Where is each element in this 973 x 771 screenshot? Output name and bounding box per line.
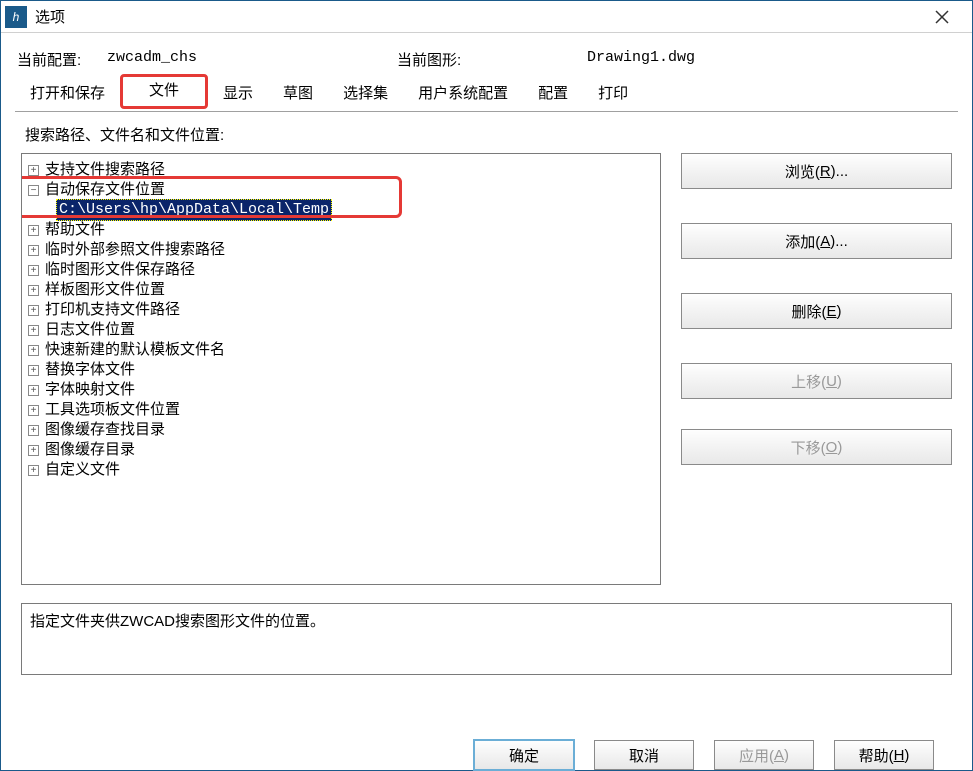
tree-item[interactable]: + 快速新建的默认模板文件名 — [26, 340, 656, 360]
expand-icon[interactable]: + — [28, 165, 39, 176]
tab-file[interactable]: 文件 — [120, 74, 208, 109]
content-area: 当前配置: zwcadm_chs 当前图形: Drawing1.dwg 打开和保… — [1, 33, 972, 770]
main-area: 搜索路径、文件名和文件位置: + 支持文件搜索路径 − 自动保存文件位置 C:\… — [15, 112, 958, 730]
expand-icon[interactable]: + — [28, 445, 39, 456]
move-up-button: 上移(U) — [681, 363, 952, 399]
tab-sketch[interactable]: 草图 — [268, 77, 328, 112]
tree-label: 临时外部参照文件搜索路径 — [45, 240, 225, 260]
tree-item[interactable]: + 临时图形文件保存路径 — [26, 260, 656, 280]
tab-profiles[interactable]: 配置 — [523, 77, 583, 112]
side-button-panel: 浏览(R)... 添加(A)... 删除(E) 上移(U) — [681, 153, 952, 585]
current-drawing-value: Drawing1.dwg — [587, 49, 695, 70]
tab-user-config[interactable]: 用户系统配置 — [403, 77, 523, 112]
move-down-button: 下移(O) — [681, 429, 952, 465]
config-row: 当前配置: zwcadm_chs 当前图形: Drawing1.dwg — [17, 49, 956, 70]
tree-label: 快速新建的默认模板文件名 — [45, 340, 225, 360]
current-profile-value: zwcadm_chs — [107, 49, 397, 70]
tree-item[interactable]: + 打印机支持文件路径 — [26, 300, 656, 320]
tree-item[interactable]: + 临时外部参照文件搜索路径 — [26, 240, 656, 260]
expand-icon[interactable]: + — [28, 245, 39, 256]
expand-icon[interactable]: + — [28, 385, 39, 396]
tree-item[interactable]: + 工具选项板文件位置 — [26, 400, 656, 420]
tree-label: 自动保存文件位置 — [45, 180, 165, 200]
expand-icon[interactable]: + — [28, 305, 39, 316]
tree-label: 临时图形文件保存路径 — [45, 260, 195, 280]
ok-button[interactable]: 确定 — [474, 740, 574, 770]
expand-icon[interactable]: + — [28, 225, 39, 236]
tree-label: 图像缓存目录 — [45, 440, 135, 460]
description-box: 指定文件夹供ZWCAD搜索图形文件的位置。 — [21, 603, 952, 675]
tab-bar: 打开和保存 文件 显示 草图 选择集 用户系统配置 配置 打印 — [15, 76, 958, 112]
tree-label: 图像缓存查找目录 — [45, 420, 165, 440]
cancel-button[interactable]: 取消 — [594, 740, 694, 770]
expand-icon[interactable]: + — [28, 265, 39, 276]
tree-label: 工具选项板文件位置 — [45, 400, 180, 420]
current-drawing-label: 当前图形: — [397, 49, 487, 70]
delete-button[interactable]: 删除(E) — [681, 293, 952, 329]
tree-item[interactable]: + 帮助文件 — [26, 220, 656, 240]
browse-button[interactable]: 浏览(R)... — [681, 153, 952, 189]
dialog-buttons: 确定 取消 应用(A) 帮助(H) — [15, 730, 958, 770]
expand-icon[interactable]: + — [28, 285, 39, 296]
tree-label: 字体映射文件 — [45, 380, 135, 400]
tree-label: 自定义文件 — [45, 460, 120, 480]
tree-item[interactable]: C:\Users\hp\AppData\Local\Temp — [26, 200, 656, 220]
expand-icon[interactable]: + — [28, 405, 39, 416]
options-dialog: h 选项 当前配置: zwcadm_chs 当前图形: Drawing1.dwg… — [0, 0, 973, 771]
app-icon: h — [5, 6, 27, 28]
tab-open-save[interactable]: 打开和保存 — [15, 77, 120, 112]
body-row: + 支持文件搜索路径 − 自动保存文件位置 C:\Users\hp\AppDat… — [21, 153, 952, 585]
tab-selection[interactable]: 选择集 — [328, 77, 403, 112]
tree-label: 替换字体文件 — [45, 360, 135, 380]
expand-icon[interactable]: + — [28, 425, 39, 436]
current-profile-label: 当前配置: — [17, 49, 107, 70]
expand-icon[interactable]: + — [28, 465, 39, 476]
tab-print[interactable]: 打印 — [583, 77, 643, 112]
tree-item[interactable]: + 自定义文件 — [26, 460, 656, 480]
help-button[interactable]: 帮助(H) — [834, 740, 934, 770]
section-heading: 搜索路径、文件名和文件位置: — [25, 124, 952, 145]
description-text: 指定文件夹供ZWCAD搜索图形文件的位置。 — [30, 613, 325, 630]
close-icon — [935, 10, 949, 24]
tree-item[interactable]: − 自动保存文件位置 — [26, 180, 656, 200]
tree-label: 支持文件搜索路径 — [45, 160, 165, 180]
tree-item[interactable]: + 图像缓存查找目录 — [26, 420, 656, 440]
tab-display[interactable]: 显示 — [208, 77, 268, 112]
tree-label: 打印机支持文件路径 — [45, 300, 180, 320]
tree-item[interactable]: + 替换字体文件 — [26, 360, 656, 380]
tree-item[interactable]: + 样板图形文件位置 — [26, 280, 656, 300]
tree-item[interactable]: + 日志文件位置 — [26, 320, 656, 340]
close-button[interactable] — [922, 1, 962, 32]
tree-item[interactable]: + 图像缓存目录 — [26, 440, 656, 460]
tree-item[interactable]: + 支持文件搜索路径 — [26, 160, 656, 180]
tree-label: 日志文件位置 — [45, 320, 135, 340]
collapse-icon[interactable]: − — [28, 185, 39, 196]
expand-icon[interactable]: + — [28, 325, 39, 336]
expand-icon[interactable]: + — [28, 345, 39, 356]
window-title: 选项 — [35, 6, 922, 27]
tree-label: 帮助文件 — [45, 220, 105, 240]
add-button[interactable]: 添加(A)... — [681, 223, 952, 259]
expand-icon[interactable]: + — [28, 365, 39, 376]
path-tree[interactable]: + 支持文件搜索路径 − 自动保存文件位置 C:\Users\hp\AppDat… — [21, 153, 661, 585]
selected-path[interactable]: C:\Users\hp\AppData\Local\Temp — [56, 199, 332, 221]
tree-label: 样板图形文件位置 — [45, 280, 165, 300]
tree-item[interactable]: + 字体映射文件 — [26, 380, 656, 400]
title-bar: h 选项 — [1, 1, 972, 33]
apply-button: 应用(A) — [714, 740, 814, 770]
